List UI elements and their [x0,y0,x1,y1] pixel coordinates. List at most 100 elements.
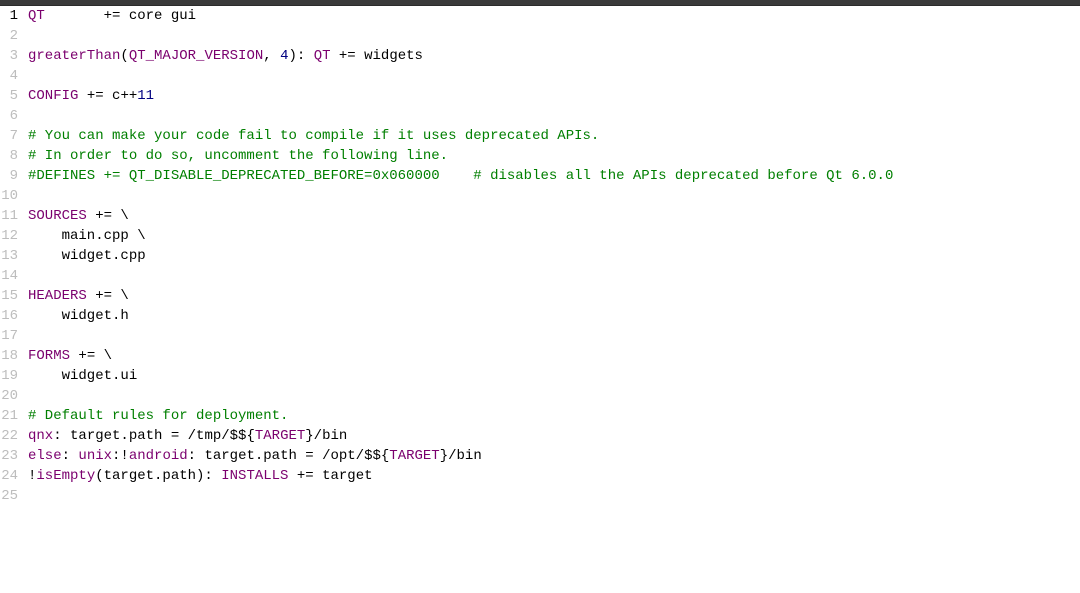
code-token-plain [45,8,104,24]
line-number: 25 [0,486,18,506]
code-line[interactable] [28,106,1080,126]
code-token-var: HEADERS [28,288,87,304]
code-line[interactable]: #DEFINES += QT_DISABLE_DEPRECATED_BEFORE… [28,166,1080,186]
code-token-plain: main.cpp \ [28,228,146,244]
code-token-var: CONFIG [28,88,78,104]
line-number: 2 [0,26,18,46]
code-token-plain: \ [112,208,129,224]
code-token-tgt: TARGET [255,428,305,444]
code-token-op: += [339,48,356,64]
code-line[interactable]: else: unix:!android: target.path = /opt/… [28,446,1080,466]
line-number: 7 [0,126,18,146]
code-line[interactable]: # Default rules for deployment. [28,406,1080,426]
code-line[interactable]: SOURCES += \ [28,206,1080,226]
code-line[interactable]: qnx: target.path = /tmp/$${TARGET}/bin [28,426,1080,446]
code-token-var: SOURCES [28,208,87,224]
code-token-plain: ( [120,48,128,64]
code-area[interactable]: QT += core guigreaterThan(QT_MAJOR_VERSI… [22,6,1080,593]
code-line[interactable]: greaterThan(QT_MAJOR_VERSION, 4): QT += … [28,46,1080,66]
code-line[interactable] [28,486,1080,506]
code-line[interactable]: FORMS += \ [28,346,1080,366]
code-token-plain: ): [288,48,313,64]
code-line[interactable] [28,386,1080,406]
line-number: 22 [0,426,18,446]
code-line[interactable]: HEADERS += \ [28,286,1080,306]
code-line[interactable] [28,326,1080,346]
line-number: 24 [0,466,18,486]
code-token-op: += [95,288,112,304]
line-number: 12 [0,226,18,246]
line-number-gutter: 1234567891011121314151617181920212223242… [0,6,22,593]
code-token-op: += [104,8,121,24]
code-token-plain: }/bin [305,428,347,444]
line-number: 14 [0,266,18,286]
code-token-plain [288,468,296,484]
line-number: 4 [0,66,18,86]
line-number: 8 [0,146,18,166]
code-token-kw: unix [78,448,112,464]
code-token-plain [78,88,86,104]
line-number: 19 [0,366,18,386]
line-number: 5 [0,86,18,106]
code-token-fn: greaterThan [28,48,120,64]
code-token-tgt: TARGET [389,448,439,464]
code-line[interactable]: main.cpp \ [28,226,1080,246]
line-number: 20 [0,386,18,406]
code-line[interactable]: # You can make your code fail to compile… [28,126,1080,146]
code-editor[interactable]: 1234567891011121314151617181920212223242… [0,6,1080,593]
line-number: 6 [0,106,18,126]
line-number: 10 [0,186,18,206]
code-token-cmt: #DEFINES += QT_DISABLE_DEPRECATED_BEFORE… [28,168,893,184]
code-token-plain: target [314,468,373,484]
line-number: 3 [0,46,18,66]
code-token-plain: : target.path = /tmp/$${ [53,428,255,444]
code-token-plain: core gui [120,8,196,24]
code-token-plain: (target.path): [95,468,221,484]
code-token-cmt: # Default rules for deployment. [28,408,288,424]
code-line[interactable] [28,26,1080,46]
code-line[interactable] [28,186,1080,206]
code-token-plain: }/bin [440,448,482,464]
line-number: 23 [0,446,18,466]
code-token-plain: \ [112,288,129,304]
line-number: 1 [0,6,18,26]
line-number: 9 [0,166,18,186]
code-token-plain: widget.ui [28,368,137,384]
code-token-cmt: # You can make your code fail to compile… [28,128,599,144]
code-token-plain [272,48,280,64]
line-number: 13 [0,246,18,266]
code-token-op: += [297,468,314,484]
code-token-num: 11 [137,88,154,104]
code-token-op: += [95,208,112,224]
code-token-plain [87,288,95,304]
line-number: 11 [0,206,18,226]
line-number: 18 [0,346,18,366]
code-token-op: , [263,48,271,64]
code-token-op: += [78,348,95,364]
code-line[interactable] [28,66,1080,86]
code-token-plain [87,208,95,224]
code-line[interactable]: # In order to do so, uncomment the follo… [28,146,1080,166]
line-number: 21 [0,406,18,426]
code-token-plain: c++ [104,88,138,104]
code-token-kw: else [28,448,62,464]
code-line[interactable]: widget.cpp [28,246,1080,266]
code-line[interactable] [28,266,1080,286]
code-line[interactable]: QT += core gui [28,6,1080,26]
code-token-plain: widget.cpp [28,248,146,264]
line-number: 16 [0,306,18,326]
code-token-op: += [87,88,104,104]
code-line[interactable]: !isEmpty(target.path): INSTALLS += targe… [28,466,1080,486]
code-token-plain [331,48,339,64]
code-line[interactable]: CONFIG += c++11 [28,86,1080,106]
code-token-var: QT [314,48,331,64]
line-number: 17 [0,326,18,346]
code-token-kw: android [129,448,188,464]
code-token-plain: :! [112,448,129,464]
code-token-var: INSTALLS [221,468,288,484]
code-token-var: QT [28,8,45,24]
code-line[interactable]: widget.ui [28,366,1080,386]
code-token-plain: widget.h [28,308,129,324]
code-token-plain: : [62,448,79,464]
code-line[interactable]: widget.h [28,306,1080,326]
